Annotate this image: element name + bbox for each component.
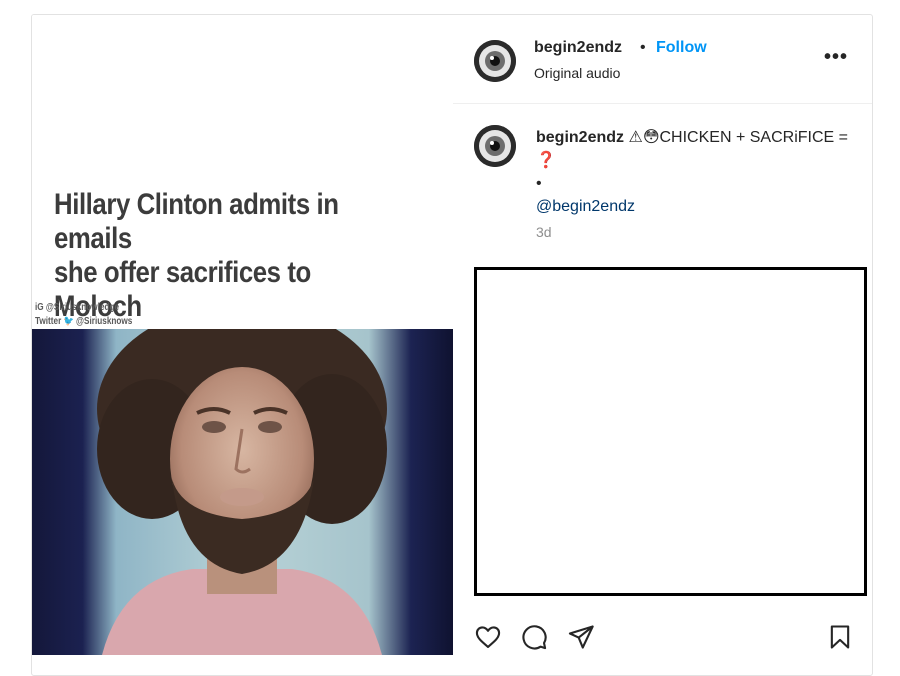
more-options-icon[interactable]: ••• [824,47,848,69]
bookmark-icon [830,625,850,649]
caption-mention-link[interactable]: @begin2endz [536,198,635,215]
caption-timestamp[interactable]: 3d [536,224,552,240]
original-audio-link[interactable]: Original audio [534,65,620,81]
post-header: begin2endz • Follow Original audio ••• [453,15,872,104]
action-bar [453,615,872,655]
comment-icon [522,625,547,650]
video-still-image [32,329,453,655]
avatar-eye-icon [474,40,516,82]
instagram-post: Hillary Clinton admits in emails she off… [31,14,873,676]
follow-button[interactable]: Follow [656,39,707,57]
post-sidebar: begin2endz • Follow Original audio ••• b… [453,15,872,675]
comment-button[interactable] [520,623,548,651]
like-button[interactable] [474,623,502,651]
share-button[interactable] [567,623,595,651]
caption-username[interactable]: begin2endz [536,129,624,146]
header-username[interactable]: begin2endz [534,39,622,57]
credit-twitter: Twitter 🐦 @Siriusknows [35,315,132,329]
media-credits: iG @Siriusknowledge Twitter 🐦 @Siriuskno… [35,301,132,329]
avatar-eye-icon [474,125,516,167]
caption-text: begin2endz ⚠😳CHICKEN + SACRiFICE = ❓ • @… [536,126,856,218]
heart-icon [475,626,501,648]
question-mark-icon: ❓ [536,152,556,169]
separator-dot: • [640,39,646,56]
credit-twitter-handle: @Siriusknows [76,316,133,327]
avatar[interactable] [474,40,516,82]
caption-body: ⚠😳CHICKEN + SACRiFICE = [628,129,848,146]
video-frame[interactable] [32,329,453,655]
post-media[interactable]: Hillary Clinton admits in emails she off… [32,15,453,655]
twitter-bird-icon: 🐦 [63,316,74,327]
caption-comment: begin2endz ⚠😳CHICKEN + SACRiFICE = ❓ • @… [453,104,872,264]
save-button[interactable] [826,623,854,651]
caption-avatar[interactable] [474,125,516,167]
blank-content-box [474,267,867,596]
caption-bullet: • [536,175,542,192]
share-icon [568,625,594,649]
headline-line-1: Hillary Clinton admits in emails [54,188,339,255]
credit-twitter-prefix: Twitter [35,316,62,327]
credit-instagram: iG @Siriusknowledge [35,302,120,313]
